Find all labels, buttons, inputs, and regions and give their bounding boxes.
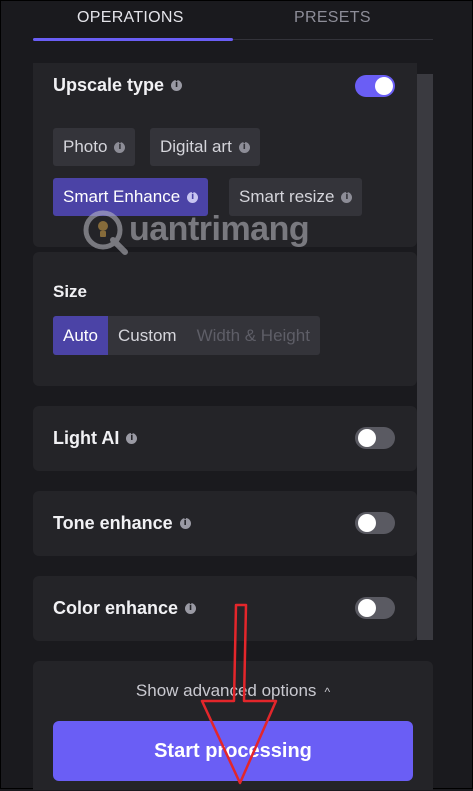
color-enhance-label: Color enhance	[53, 598, 179, 618]
tab-presets[interactable]: PRESETS	[294, 9, 371, 27]
size-auto-option[interactable]: Auto	[53, 316, 108, 355]
show-advanced-options-label: Show advanced options	[135, 681, 317, 700]
upscale-type-card: Upscale type i Photo i Digital art i Sma…	[33, 63, 417, 247]
scrollbar[interactable]	[417, 74, 433, 640]
chip-label: Smart Enhance	[63, 187, 181, 206]
info-icon[interactable]: i	[238, 141, 250, 153]
upscale-type-smart-enhance[interactable]: Smart Enhance i	[53, 178, 209, 216]
upscale-type-toggle[interactable]	[355, 75, 395, 97]
action-footer: Show advanced options ^ Start processing	[33, 661, 433, 790]
tone-enhance-card: Tone enhance i	[33, 491, 417, 556]
upscale-type-photo[interactable]: Photo i	[53, 128, 136, 166]
color-enhance-title: Color enhance i	[53, 598, 197, 619]
chip-label: Smart resize	[239, 187, 335, 206]
upscale-type-title: Upscale type i	[53, 75, 183, 96]
size-custom-option[interactable]: Custom	[108, 316, 187, 355]
chip-label: Photo	[63, 137, 108, 156]
info-icon[interactable]: i	[185, 603, 197, 614]
info-icon[interactable]: i	[187, 191, 199, 203]
upscale-type-smart-resize[interactable]: Smart resize i	[229, 178, 363, 216]
tone-enhance-label: Tone enhance	[53, 513, 173, 533]
active-tab-indicator	[33, 38, 233, 41]
toggle-knob	[358, 429, 376, 447]
info-icon[interactable]: i	[179, 518, 191, 529]
color-enhance-card: Color enhance i	[33, 576, 417, 641]
upscale-type-digital-art[interactable]: Digital art i	[150, 128, 260, 166]
color-enhance-toggle[interactable]	[355, 597, 395, 619]
info-icon[interactable]: i	[341, 191, 353, 203]
toggle-knob	[375, 77, 393, 95]
upscale-type-label: Upscale type	[53, 75, 165, 95]
show-advanced-options[interactable]: Show advanced options ^	[33, 681, 433, 701]
chip-label: Digital art	[160, 137, 232, 156]
light-ai-toggle[interactable]	[355, 427, 395, 449]
info-icon[interactable]: i	[171, 80, 183, 91]
chevron-up-icon: ^	[324, 685, 331, 699]
size-title: Size	[53, 282, 88, 301]
info-icon[interactable]: i	[114, 141, 126, 153]
light-ai-title: Light AI i	[53, 428, 138, 449]
toggle-knob	[358, 514, 376, 532]
info-icon[interactable]: i	[126, 433, 138, 444]
tab-bar: OPERATIONS PRESETS	[33, 1, 433, 41]
size-segmented-control: Auto Custom Width & Height	[53, 316, 320, 355]
app-frame: OPERATIONS PRESETS Upscale type i Photo …	[0, 0, 473, 790]
size-width-height-option: Width & Height	[196, 325, 310, 345]
tab-track	[233, 39, 433, 40]
tab-operations[interactable]: OPERATIONS	[77, 9, 184, 27]
light-ai-label: Light AI	[53, 428, 120, 448]
light-ai-card: Light AI i	[33, 406, 417, 471]
size-card: Size Auto Custom Width & Height	[33, 252, 417, 386]
tone-enhance-toggle[interactable]	[355, 512, 395, 534]
tone-enhance-title: Tone enhance i	[53, 513, 191, 534]
toggle-knob	[358, 599, 376, 617]
start-processing-button[interactable]: Start processing	[53, 721, 413, 781]
